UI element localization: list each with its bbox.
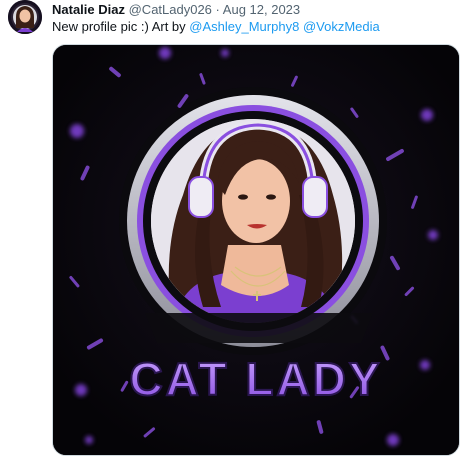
- logo-text: CAT LADY: [129, 353, 382, 405]
- tweet-date[interactable]: Aug 12, 2023: [223, 2, 300, 17]
- tweet-header: Natalie Diaz @CatLady026 · Aug 12, 2023: [52, 2, 300, 18]
- header-separator: ·: [215, 2, 220, 17]
- avatar-image: [8, 0, 42, 34]
- author-avatar[interactable]: [8, 0, 42, 34]
- tweet-media-image[interactable]: CAT LADY: [52, 44, 460, 456]
- cat-lady-logo-artwork: CAT LADY: [53, 45, 459, 455]
- author-handle[interactable]: @CatLady026: [129, 2, 212, 17]
- author-name[interactable]: Natalie Diaz: [52, 2, 125, 17]
- mention-link-ashley[interactable]: @Ashley_Murphy8: [189, 19, 299, 34]
- tweet-text-prefix: New profile pic :) Art by: [52, 19, 190, 34]
- mention-link-vokz[interactable]: @VokzMedia: [303, 19, 380, 34]
- tweet-text: New profile pic :) Art by @Ashley_Murphy…: [52, 19, 380, 35]
